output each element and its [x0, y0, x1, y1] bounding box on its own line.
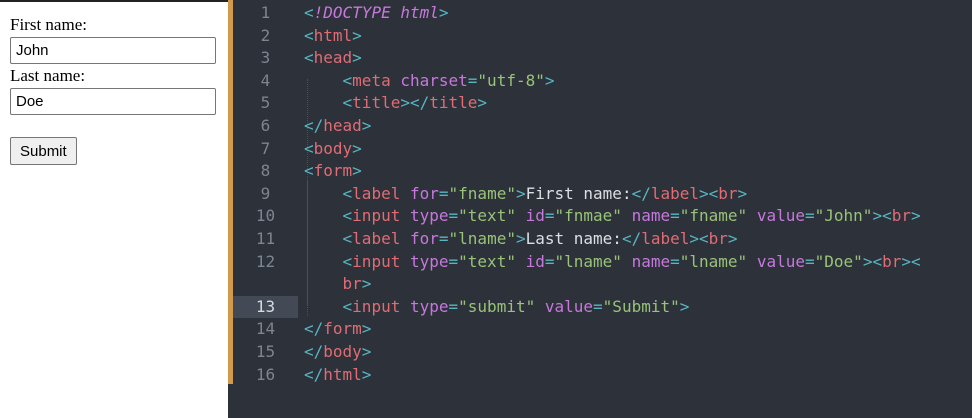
line-number: 16	[255, 364, 276, 384]
code-line[interactable]: 12 <input type="text" id="lname" name="l…	[228, 251, 972, 274]
code-line[interactable]: 1 <!DOCTYPE html>	[228, 2, 972, 25]
code-line[interactable]: 2 <html>	[228, 25, 972, 48]
code-line[interactable]: br>	[228, 273, 972, 296]
line-number: 7	[260, 138, 271, 158]
code-text: <!DOCTYPE html>	[304, 3, 449, 22]
screen: First name: Last name: Submit 1 <!DOCTYPE…	[0, 0, 972, 418]
rendered-preview-pane: First name: Last name: Submit	[0, 0, 228, 418]
code-line[interactable]: 3 <head>	[228, 47, 972, 70]
line-number: 5	[260, 93, 271, 113]
code-text: <body>	[304, 138, 362, 158]
code-line[interactable]: 16 </html>	[228, 364, 972, 387]
last-name-input[interactable]	[10, 88, 216, 115]
last-name-label: Last name:	[10, 66, 86, 85]
line-number: 9	[260, 183, 271, 203]
code-line[interactable]: 15 </body>	[228, 341, 972, 364]
line-number: 4	[260, 70, 271, 90]
code-text: </head>	[304, 116, 372, 135]
code-line[interactable]: 5 <title></title>	[228, 92, 972, 115]
code-text: <meta charset="utf-8">	[342, 70, 555, 90]
code-line[interactable]: 7 <body>	[228, 138, 972, 161]
line-number: 3	[260, 48, 271, 68]
code-line[interactable]: 11 <label for="lname">Last name:</label>…	[228, 228, 972, 251]
line-number: 11	[255, 229, 276, 248]
line-number: 12	[255, 251, 276, 271]
line-number: 15	[255, 342, 276, 361]
line-number: 6	[260, 116, 271, 135]
code-text: <input type="text" id="fnmae" name="fnam…	[342, 206, 921, 226]
code-text: <input type="submit" value="Submit">	[342, 296, 690, 316]
code-text: <html>	[304, 25, 362, 45]
first-name-input[interactable]	[10, 37, 216, 64]
line-number: 14	[255, 319, 276, 339]
code-editor[interactable]: 1 <!DOCTYPE html> 2 <html> 3 <head> 4 <meta ch…	[228, 0, 972, 418]
code-text: </body>	[304, 342, 372, 361]
line-number	[233, 273, 298, 296]
code-line[interactable]: 13 <input type="submit" value="Submit">	[228, 295, 972, 319]
code-line[interactable]: 8 <form>	[228, 160, 972, 183]
code-text: <title></title>	[342, 93, 488, 113]
code-line[interactable]: 14 </form>	[228, 318, 972, 341]
line-number: 8	[260, 161, 271, 181]
code-text: br>	[342, 274, 372, 294]
code-text: <label for="lname">Last name:</label><br…	[342, 229, 738, 248]
code-text: <label for="fname">First name:</label><b…	[342, 183, 748, 203]
code-line[interactable]: 10 <input type="text" id="fnmae" name="f…	[228, 205, 972, 228]
code-text: </form>	[304, 319, 372, 339]
code-text: <head>	[304, 48, 362, 68]
code-line[interactable]: 6 </head>	[228, 115, 972, 138]
code-line[interactable]: 9 <label for="fname">First name:</label>…	[228, 183, 972, 206]
code-line[interactable]: 4 <meta charset="utf-8">	[228, 70, 972, 93]
line-number: 2	[260, 25, 271, 45]
code-text: <input type="text" id="lname" name="lnam…	[342, 251, 921, 271]
code-text: </html>	[304, 364, 372, 384]
code-text: <form>	[304, 161, 362, 181]
line-number: 10	[255, 206, 276, 226]
line-number: 1	[260, 3, 271, 22]
first-name-label: First name:	[10, 15, 87, 34]
line-number: 13	[233, 295, 298, 319]
submit-button[interactable]: Submit	[10, 137, 77, 165]
